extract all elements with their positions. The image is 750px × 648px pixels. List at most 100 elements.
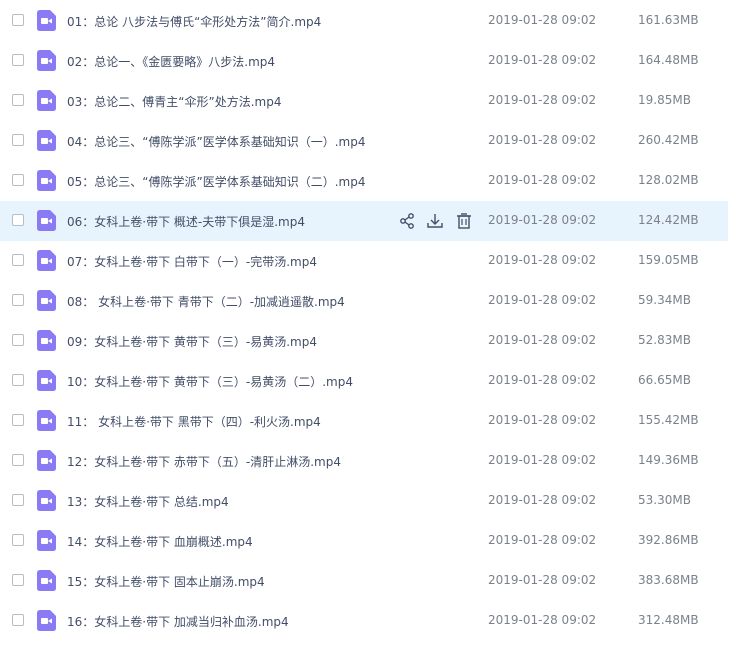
file-row[interactable]: 16：女科上卷·带下 加减当归补血汤.mp4 2019-01-28 09:02 …: [0, 601, 728, 641]
file-name[interactable]: 11： 女科上卷·带下 黑带下（四）-利火汤.mp4: [67, 413, 321, 430]
file-name[interactable]: 13：女科上卷·带下 总结.mp4: [67, 493, 229, 510]
file-row[interactable]: 08： 女科上卷·带下 青带下（二）-加减逍遥散.mp4 2019-01-28 …: [0, 281, 728, 321]
file-row[interactable]: 05：总论三、“傅陈学派”医学体系基础知识（二）.mp4 2019-01-28 …: [0, 161, 728, 201]
file-row[interactable]: 01：总论 八步法与傅氏“伞形处方法”简介.mp4 2019-01-28 09:…: [0, 1, 728, 41]
file-date: 2019-01-28 09:02: [488, 413, 597, 427]
video-file-icon: [37, 250, 56, 271]
video-file-icon: [37, 370, 56, 391]
file-size: 161.63MB: [638, 13, 699, 27]
video-file-icon: [37, 450, 56, 471]
file-row[interactable]: 03：总论二、傅青主“伞形”处方法.mp4 2019-01-28 09:02 1…: [0, 81, 728, 121]
row-checkbox[interactable]: [12, 534, 24, 546]
row-checkbox[interactable]: [12, 254, 24, 266]
row-checkbox[interactable]: [12, 454, 24, 466]
video-file-icon: [37, 210, 56, 231]
file-row[interactable]: 07：女科上卷·带下 白带下（一）-完带汤.mp4 2019-01-28 09:…: [0, 241, 728, 281]
row-checkbox[interactable]: [12, 494, 24, 506]
file-date: 2019-01-28 09:02: [488, 253, 597, 267]
video-file-icon: [37, 50, 56, 71]
video-file-icon: [37, 90, 56, 111]
file-row[interactable]: 11： 女科上卷·带下 黑带下（四）-利火汤.mp4 2019-01-28 09…: [0, 401, 728, 441]
row-checkbox[interactable]: [12, 54, 24, 66]
file-size: 52.83MB: [638, 333, 691, 347]
video-file-icon: [37, 490, 56, 511]
file-date: 2019-01-28 09:02: [488, 613, 597, 627]
file-name[interactable]: 05：总论三、“傅陈学派”医学体系基础知识（二）.mp4: [67, 173, 365, 190]
video-file-icon: [37, 330, 56, 351]
share-icon[interactable]: [398, 212, 416, 230]
file-date: 2019-01-28 09:02: [488, 213, 597, 227]
file-name[interactable]: 03：总论二、傅青主“伞形”处方法.mp4: [67, 93, 281, 110]
file-date: 2019-01-28 09:02: [488, 453, 597, 467]
file-size: 59.34MB: [638, 293, 691, 307]
file-date: 2019-01-28 09:02: [488, 573, 597, 587]
row-checkbox[interactable]: [12, 174, 24, 186]
file-name[interactable]: 01：总论 八步法与傅氏“伞形处方法”简介.mp4: [67, 13, 321, 30]
row-checkbox[interactable]: [12, 294, 24, 306]
row-checkbox[interactable]: [12, 414, 24, 426]
file-name[interactable]: 08： 女科上卷·带下 青带下（二）-加减逍遥散.mp4: [67, 293, 345, 310]
file-name[interactable]: 10：女科上卷·带下 黄带下（三）-易黄汤（二）.mp4: [67, 373, 353, 390]
file-date: 2019-01-28 09:02: [488, 493, 597, 507]
file-date: 2019-01-28 09:02: [488, 333, 597, 347]
file-list: 01：总论 八步法与傅氏“伞形处方法”简介.mp4 2019-01-28 09:…: [0, 0, 750, 648]
file-size: 53.30MB: [638, 493, 691, 507]
file-row[interactable]: 09：女科上卷·带下 黄带下（三）-易黄汤.mp4 2019-01-28 09:…: [0, 321, 728, 361]
row-checkbox[interactable]: [12, 574, 24, 586]
video-file-icon: [37, 610, 56, 631]
file-size: 392.86MB: [638, 533, 699, 547]
file-date: 2019-01-28 09:02: [488, 133, 597, 147]
file-size: 159.05MB: [638, 253, 699, 267]
file-size: 149.36MB: [638, 453, 699, 467]
file-size: 66.65MB: [638, 373, 691, 387]
row-checkbox[interactable]: [12, 614, 24, 626]
file-row[interactable]: 10：女科上卷·带下 黄带下（三）-易黄汤（二）.mp4 2019-01-28 …: [0, 361, 728, 401]
video-file-icon: [37, 410, 56, 431]
file-date: 2019-01-28 09:02: [488, 293, 597, 307]
row-checkbox[interactable]: [12, 14, 24, 26]
file-name[interactable]: 16：女科上卷·带下 加减当归补血汤.mp4: [67, 613, 289, 630]
row-checkbox[interactable]: [12, 94, 24, 106]
file-size: 128.02MB: [638, 173, 699, 187]
file-size: 383.68MB: [638, 573, 699, 587]
file-size: 164.48MB: [638, 53, 699, 67]
file-row[interactable]: 15：女科上卷·带下 固本止崩汤.mp4 2019-01-28 09:02 38…: [0, 561, 728, 601]
row-checkbox[interactable]: [12, 334, 24, 346]
file-name[interactable]: 02：总论一、《金匮要略》八步法.mp4: [67, 53, 275, 70]
video-file-icon: [37, 570, 56, 591]
file-row-hovered[interactable]: 06：女科上卷·带下 概述-夫带下俱是湿.mp4 2019-01-28 09:0…: [0, 201, 728, 241]
file-name[interactable]: 04：总论三、“傅陈学派”医学体系基础知识（一）.mp4: [67, 133, 365, 150]
file-date: 2019-01-28 09:02: [488, 13, 597, 27]
file-size: 155.42MB: [638, 413, 699, 427]
file-name[interactable]: 09：女科上卷·带下 黄带下（三）-易黄汤.mp4: [67, 333, 317, 350]
video-file-icon: [37, 10, 56, 31]
file-name[interactable]: 14：女科上卷·带下 血崩概述.mp4: [67, 533, 253, 550]
file-size: 19.85MB: [638, 93, 691, 107]
file-date: 2019-01-28 09:02: [488, 53, 597, 67]
file-row[interactable]: 04：总论三、“傅陈学派”医学体系基础知识（一）.mp4 2019-01-28 …: [0, 121, 728, 161]
file-size: 312.48MB: [638, 613, 699, 627]
file-date: 2019-01-28 09:02: [488, 373, 597, 387]
file-name[interactable]: 15：女科上卷·带下 固本止崩汤.mp4: [67, 573, 265, 590]
download-icon[interactable]: [426, 212, 444, 230]
row-checkbox[interactable]: [12, 134, 24, 146]
file-date: 2019-01-28 09:02: [488, 93, 597, 107]
file-size: 260.42MB: [638, 133, 699, 147]
file-row[interactable]: 13：女科上卷·带下 总结.mp4 2019-01-28 09:02 53.30…: [0, 481, 728, 521]
file-date: 2019-01-28 09:02: [488, 533, 597, 547]
file-name[interactable]: 07：女科上卷·带下 白带下（一）-完带汤.mp4: [67, 253, 317, 270]
file-name[interactable]: 12：女科上卷·带下 赤带下（五）-清肝止淋汤.mp4: [67, 453, 341, 470]
row-checkbox[interactable]: [12, 374, 24, 386]
delete-icon[interactable]: [455, 212, 473, 230]
file-row[interactable]: 14：女科上卷·带下 血崩概述.mp4 2019-01-28 09:02 392…: [0, 521, 728, 561]
video-file-icon: [37, 290, 56, 311]
video-file-icon: [37, 130, 56, 151]
file-row[interactable]: 02：总论一、《金匮要略》八步法.mp4 2019-01-28 09:02 16…: [0, 41, 728, 81]
file-size: 124.42MB: [638, 213, 699, 227]
file-date: 2019-01-28 09:02: [488, 173, 597, 187]
row-checkbox[interactable]: [12, 214, 24, 226]
video-file-icon: [37, 170, 56, 191]
file-name[interactable]: 06：女科上卷·带下 概述-夫带下俱是湿.mp4: [67, 213, 305, 230]
video-file-icon: [37, 530, 56, 551]
file-row[interactable]: 12：女科上卷·带下 赤带下（五）-清肝止淋汤.mp4 2019-01-28 0…: [0, 441, 728, 481]
